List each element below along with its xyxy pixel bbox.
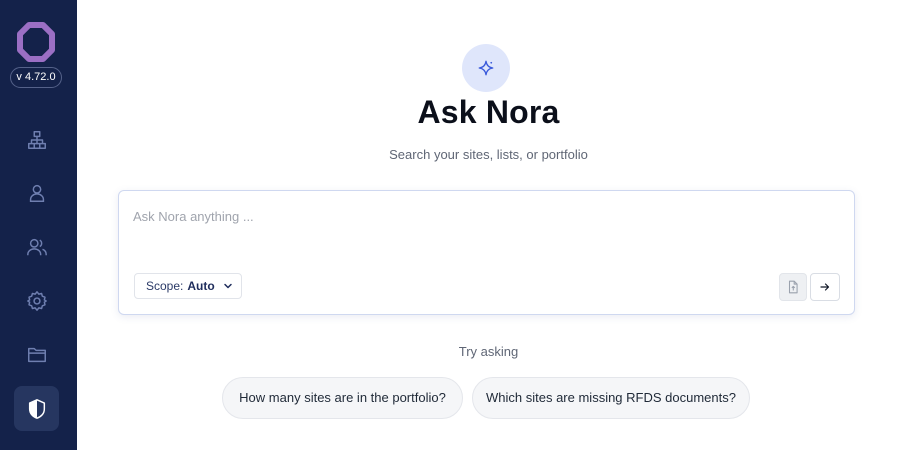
- suggestion-chip[interactable]: How many sites are in the portfolio?: [222, 377, 463, 419]
- sitemap-icon: [27, 130, 46, 149]
- octagon-ring-logo-icon[interactable]: [17, 22, 55, 62]
- sidebar-item-settings[interactable]: [14, 278, 59, 323]
- folder-icon: [27, 347, 46, 362]
- sidebar-item-files[interactable]: [14, 332, 59, 377]
- arrow-right-icon: [820, 283, 830, 291]
- chevron-down-icon: [223, 283, 232, 289]
- sidebar-item-users[interactable]: [14, 224, 59, 269]
- sidebar-item-profile[interactable]: [14, 170, 59, 215]
- users-icon: [26, 238, 47, 255]
- suggestion-chip[interactable]: Which sites are missing RFDS documents?: [472, 377, 750, 419]
- send-button[interactable]: [810, 273, 840, 301]
- scope-value: Auto: [187, 279, 215, 293]
- scope-dropdown[interactable]: Scope: Auto: [134, 273, 242, 299]
- sparkle-icon: [478, 60, 494, 76]
- shield-icon: [28, 398, 45, 419]
- sidebar: v 4.72.0: [0, 0, 77, 450]
- page-title: Ask Nora: [417, 94, 560, 130]
- attach-file-button[interactable]: [779, 273, 807, 301]
- gear-icon: [26, 290, 47, 311]
- file-upload-icon: [788, 280, 798, 294]
- user-icon: [29, 184, 44, 202]
- hero-badge: [462, 44, 510, 92]
- sidebar-item-sites[interactable]: [14, 117, 59, 162]
- version-badge: v 4.72.0: [10, 67, 62, 88]
- try-asking-label: Try asking: [458, 344, 519, 359]
- page-subtitle: Search your sites, lists, or portfolio: [389, 147, 588, 162]
- ask-box: Scope: Auto: [118, 190, 855, 315]
- ask-input[interactable]: [133, 205, 833, 227]
- scope-label: Scope:: [146, 279, 184, 293]
- sidebar-item-nora[interactable]: [14, 386, 59, 431]
